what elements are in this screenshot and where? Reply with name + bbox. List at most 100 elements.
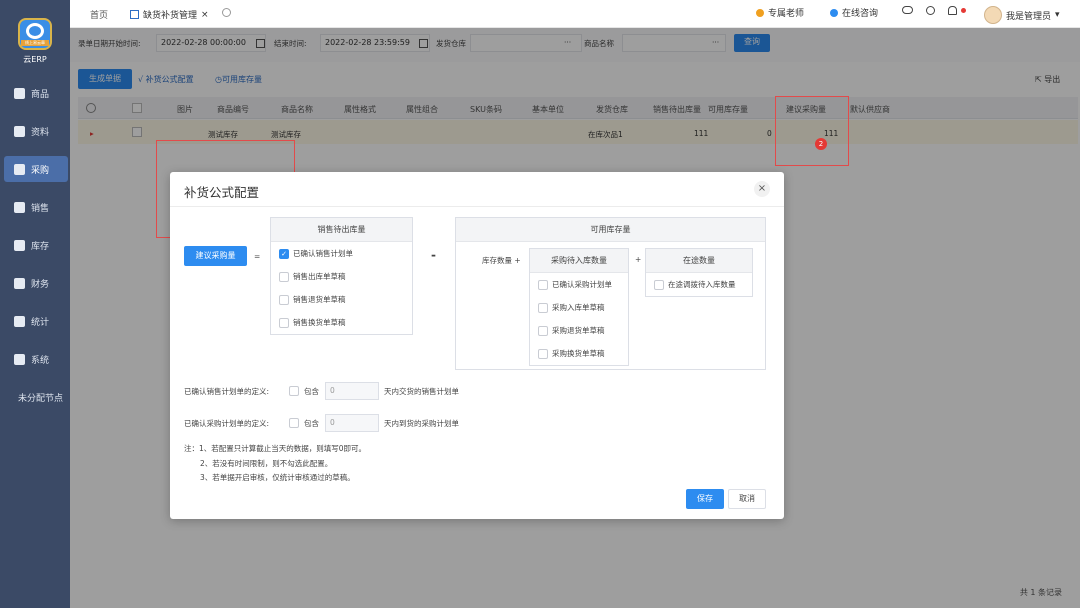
stats-icon	[14, 315, 25, 327]
checkbox[interactable]	[538, 325, 548, 336]
purchase-plan-definition-label: 已确认采购计划单的定义:	[184, 419, 270, 428]
sidebar-item-label: 未分配节点	[18, 393, 64, 404]
purchase-icon	[14, 163, 25, 175]
checkbox-purchase-exchange-draft[interactable]: 采购换货单草稿	[530, 342, 628, 365]
minus-sign: -	[431, 248, 436, 262]
checkbox-purchase-inbound-draft[interactable]: 采购入库单草稿	[530, 296, 628, 319]
sidebar-item-stats[interactable]: 统计	[4, 308, 68, 334]
settings-icon[interactable]	[222, 8, 231, 17]
purchase-plan-include-checkbox[interactable]	[289, 418, 299, 428]
divider	[170, 206, 784, 207]
document-icon	[130, 10, 139, 19]
purchase-days-suffix: 天内到货的采购计划单	[384, 419, 459, 428]
checkbox-confirmed-purchase-plan[interactable]: 已确认采购计划单	[530, 273, 628, 296]
checkbox[interactable]	[538, 279, 548, 290]
brand-name: 云ERP	[23, 55, 47, 64]
sidebar-item-system[interactable]: 系统	[4, 346, 68, 372]
checkbox-purchase-return-draft[interactable]: 采购退货单草稿	[530, 319, 628, 342]
annotation-badge: 2	[815, 138, 827, 150]
checkbox-checked-icon[interactable]: ✓	[279, 248, 289, 259]
cancel-button[interactable]: 取消	[728, 489, 766, 509]
logo-tag: 线上易云章	[21, 40, 49, 46]
sidebar-item-finance[interactable]: 财务	[4, 270, 68, 296]
checkbox-sales-return-draft[interactable]: 销售退货单草稿	[271, 288, 412, 311]
checkbox[interactable]	[538, 302, 548, 313]
purchase-days-stepper[interactable]: 0	[325, 414, 379, 432]
product-icon	[14, 87, 25, 99]
notification-dot	[961, 8, 966, 13]
consult-label: 在线咨询	[842, 9, 879, 19]
consult-link[interactable]: 在线咨询	[830, 6, 878, 19]
teacher-icon	[756, 8, 764, 17]
annotation-box	[775, 96, 849, 166]
checkbox-label: 采购换货单草稿	[552, 349, 605, 358]
stock-qty-label: 库存数量 +	[482, 256, 521, 265]
note-line: 注：1、若配置只计算截止当天的数据，则填写0即可。	[184, 444, 367, 453]
sidebar-item-label: 统计	[31, 317, 50, 328]
include-label: 包含	[304, 387, 319, 396]
note-line: 2、若没有时间限制，则不勾选此配置。	[200, 459, 333, 468]
checkbox-sales-exchange-draft[interactable]: 销售换货单草稿	[271, 311, 412, 334]
checkbox-label: 已确认采购计划单	[552, 280, 612, 289]
chat-icon	[830, 8, 838, 17]
plus-sign: +	[635, 255, 642, 264]
data-icon	[14, 125, 25, 137]
checkbox[interactable]	[279, 317, 289, 328]
tab-shortage[interactable]: 缺货补货管理 ×	[130, 8, 209, 21]
app-logo: 线上易云章	[18, 18, 52, 50]
checkbox-label: 采购入库单草稿	[552, 303, 605, 312]
teacher-link[interactable]: 专属老师	[756, 6, 804, 19]
close-icon[interactable]: ×	[201, 10, 209, 20]
sidebar-item-label: 系统	[31, 355, 50, 366]
cloud-icon[interactable]	[902, 6, 913, 14]
sidebar-item-inventory[interactable]: 库存	[4, 232, 68, 258]
sidebar-item-data[interactable]: 资料	[4, 118, 68, 144]
user-name: 我是管理员	[1006, 11, 1052, 22]
user-menu[interactable]: 我是管理员 ▾	[984, 6, 1060, 24]
sidebar-item-sales[interactable]: 销售	[4, 194, 68, 220]
tab-home[interactable]: 首页	[90, 8, 108, 21]
in-transit-panel: 在途数量 在途调拨待入库数量	[645, 248, 753, 297]
record-count: 共 1 条记录	[1019, 588, 1062, 597]
sales-days-stepper[interactable]: 0	[325, 382, 379, 400]
top-bar: 首页 缺货补货管理 × 专属老师 在线咨询 我是管理员 ▾	[70, 0, 1080, 28]
checkbox-sales-outbound-draft[interactable]: 销售出库单草稿	[271, 265, 412, 288]
sales-icon	[14, 201, 25, 213]
chevron-down-icon: ▾	[1055, 10, 1060, 20]
checkbox-label: 采购退货单草稿	[552, 326, 605, 335]
checkbox[interactable]	[279, 294, 289, 305]
note-line: 3、若单据开启审核，仅统计审核通过的草稿。	[200, 473, 355, 482]
dialog-title: 补货公式配置	[184, 185, 260, 200]
checkbox-transit-transfer[interactable]: 在途调拨待入库数量	[646, 273, 752, 296]
checkbox[interactable]	[654, 279, 664, 290]
sidebar-item-product[interactable]: 商品	[4, 80, 68, 106]
sidebar-item-unassigned[interactable]: 未分配节点	[4, 384, 68, 410]
suggested-purchase-button[interactable]: 建议采购量	[184, 246, 247, 266]
formula-config-dialog: 补货公式配置 × 建议采购量 = 销售待出库量 ✓ 已确认销售计划单 销售出库单草…	[170, 172, 784, 519]
sidebar: 线上易云章 云ERP 商品 资料 采购 销售 库存 财务 统计 系统 未分配节点	[0, 0, 70, 608]
sales-pending-panel: 销售待出库量 ✓ 已确认销售计划单 销售出库单草稿 销售退货单草稿 销售换货单草稿	[270, 217, 413, 335]
search-icon[interactable]	[926, 6, 935, 15]
sales-plan-include-checkbox[interactable]	[289, 386, 299, 396]
gear-icon	[14, 353, 25, 365]
panel-title: 可用库存量	[456, 218, 765, 242]
bell-icon[interactable]	[948, 6, 966, 15]
available-stock-panel: 可用库存量 库存数量 + 采购待入库数量 已确认采购计划单 采购入库单草稿 采购…	[455, 217, 766, 370]
panel-title: 采购待入库数量	[530, 249, 628, 273]
teacher-label: 专属老师	[768, 9, 805, 19]
tab-label: 缺货补货管理	[143, 11, 198, 21]
save-button[interactable]: 保存	[686, 489, 724, 509]
inventory-icon	[14, 239, 25, 251]
sidebar-item-purchase[interactable]: 采购	[4, 156, 68, 182]
checkbox-label: 销售换货单草稿	[293, 318, 346, 327]
sales-plan-definition-label: 已确认销售计划单的定义:	[184, 387, 270, 396]
checkbox-label: 已确认销售计划单	[293, 249, 353, 258]
sidebar-item-label: 采购	[31, 165, 50, 176]
purchase-pending-panel: 采购待入库数量 已确认采购计划单 采购入库单草稿 采购退货单草稿 采购换货单草稿	[529, 248, 629, 366]
checkbox[interactable]	[538, 348, 548, 359]
close-icon[interactable]: ×	[754, 181, 770, 197]
checkbox[interactable]	[279, 271, 289, 282]
include-label: 包含	[304, 419, 319, 428]
checkbox-confirmed-sales-plan[interactable]: ✓ 已确认销售计划单	[271, 242, 412, 265]
sidebar-item-label: 财务	[31, 279, 50, 290]
